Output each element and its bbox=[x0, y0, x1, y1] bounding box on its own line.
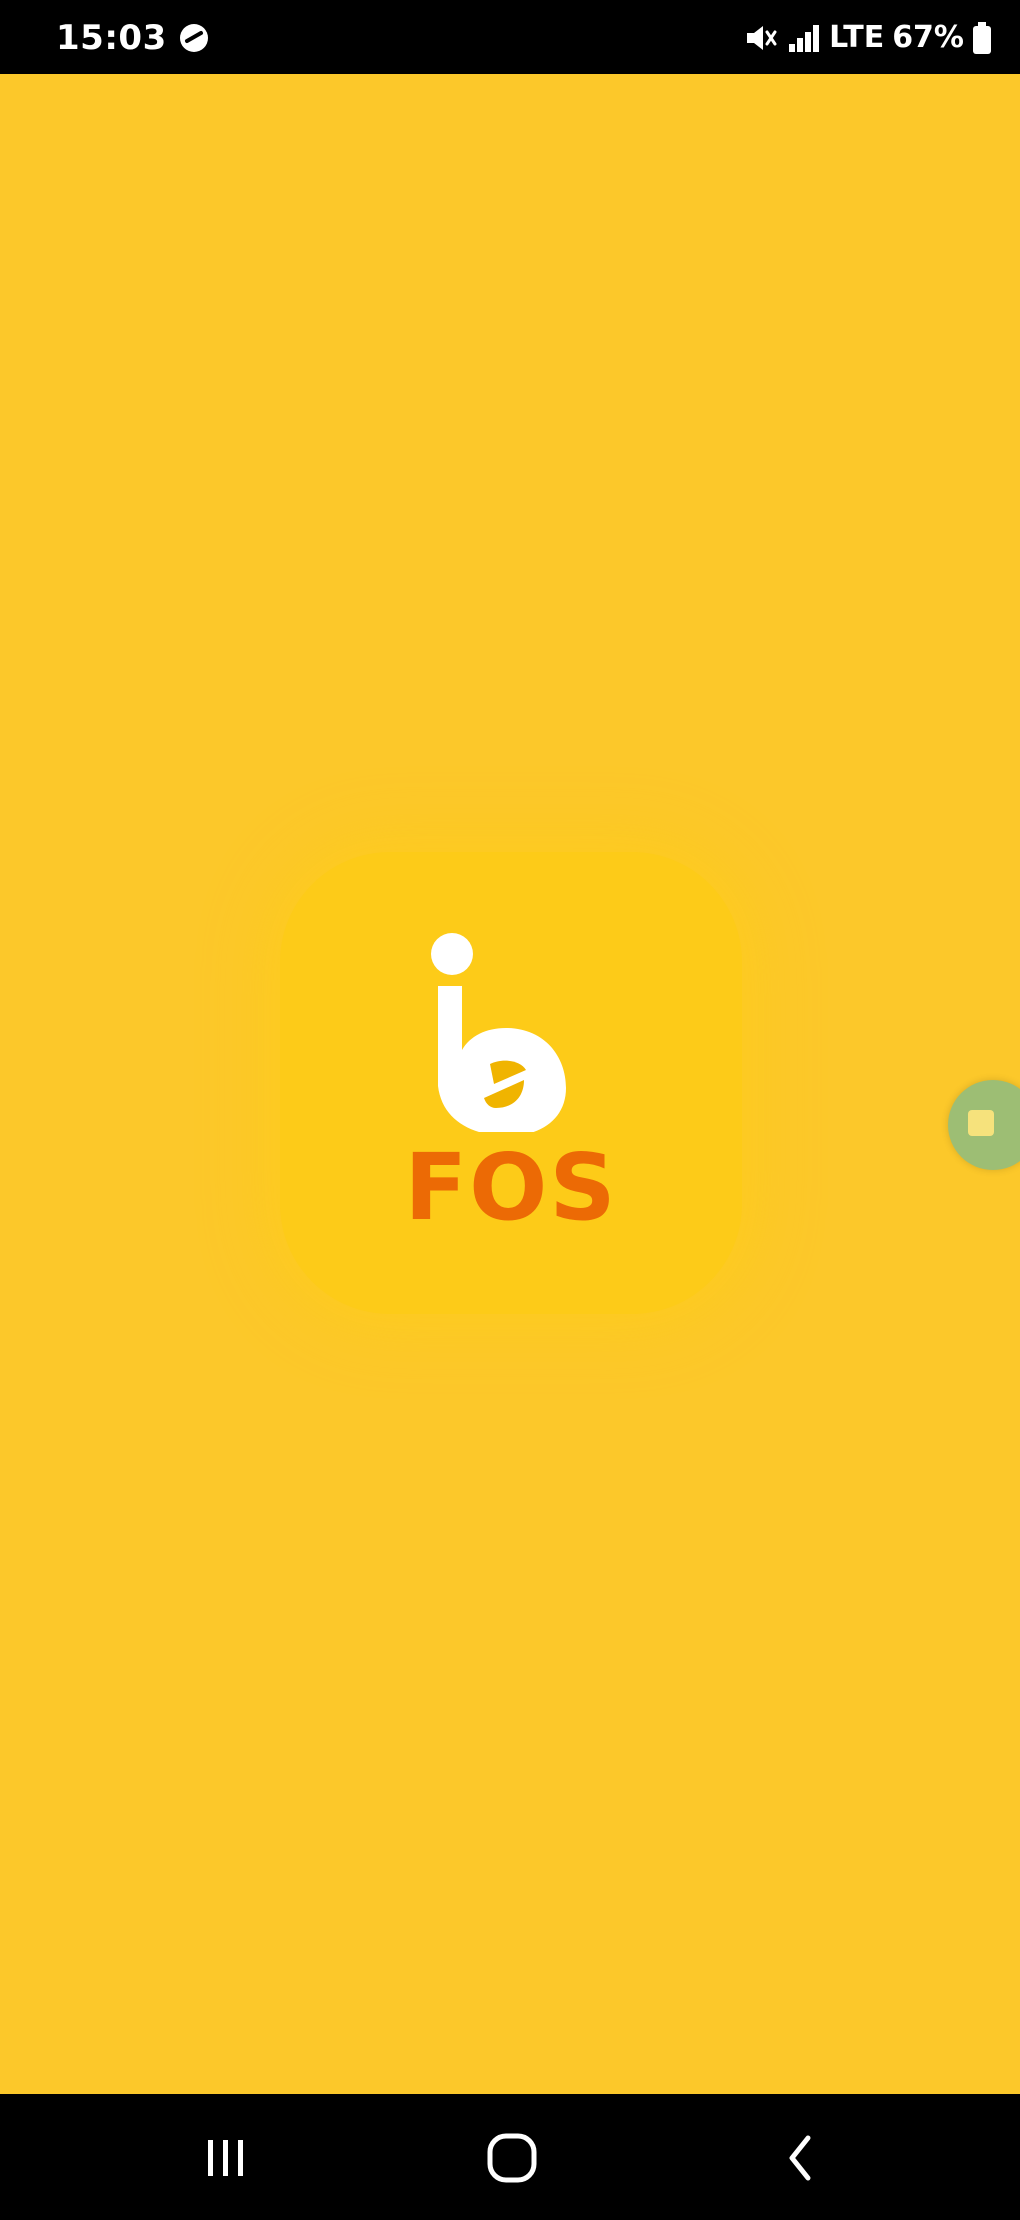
splash-screen: 15:03 LTE 67% FOS bbox=[0, 0, 1020, 2220]
floating-bubble-button[interactable] bbox=[948, 1080, 1020, 1170]
sync-icon bbox=[177, 21, 211, 55]
fos-logo-icon bbox=[431, 933, 566, 1132]
signal-icon bbox=[787, 22, 821, 54]
back-icon bbox=[789, 2135, 811, 2181]
app-logo: FOS bbox=[280, 852, 742, 1314]
network-type: LTE bbox=[829, 20, 885, 55]
mute-icon bbox=[743, 22, 779, 54]
logo-text: FOS bbox=[404, 1134, 618, 1241]
battery-percent: 67% bbox=[892, 20, 964, 55]
navigation-bar bbox=[0, 2094, 1020, 2220]
home-icon bbox=[487, 2133, 537, 2183]
status-time: 15:03 bbox=[56, 18, 167, 58]
status-bar: 15:03 LTE 67% bbox=[0, 0, 1020, 74]
floating-bubble-icon bbox=[968, 1110, 994, 1136]
recents-button[interactable] bbox=[186, 2130, 266, 2186]
back-button[interactable] bbox=[760, 2130, 840, 2186]
battery-icon bbox=[972, 21, 992, 55]
recents-icon bbox=[208, 2140, 243, 2176]
status-bar-left: 15:03 bbox=[56, 18, 211, 58]
home-button[interactable] bbox=[472, 2130, 552, 2186]
status-bar-right: LTE 67% bbox=[743, 18, 992, 58]
